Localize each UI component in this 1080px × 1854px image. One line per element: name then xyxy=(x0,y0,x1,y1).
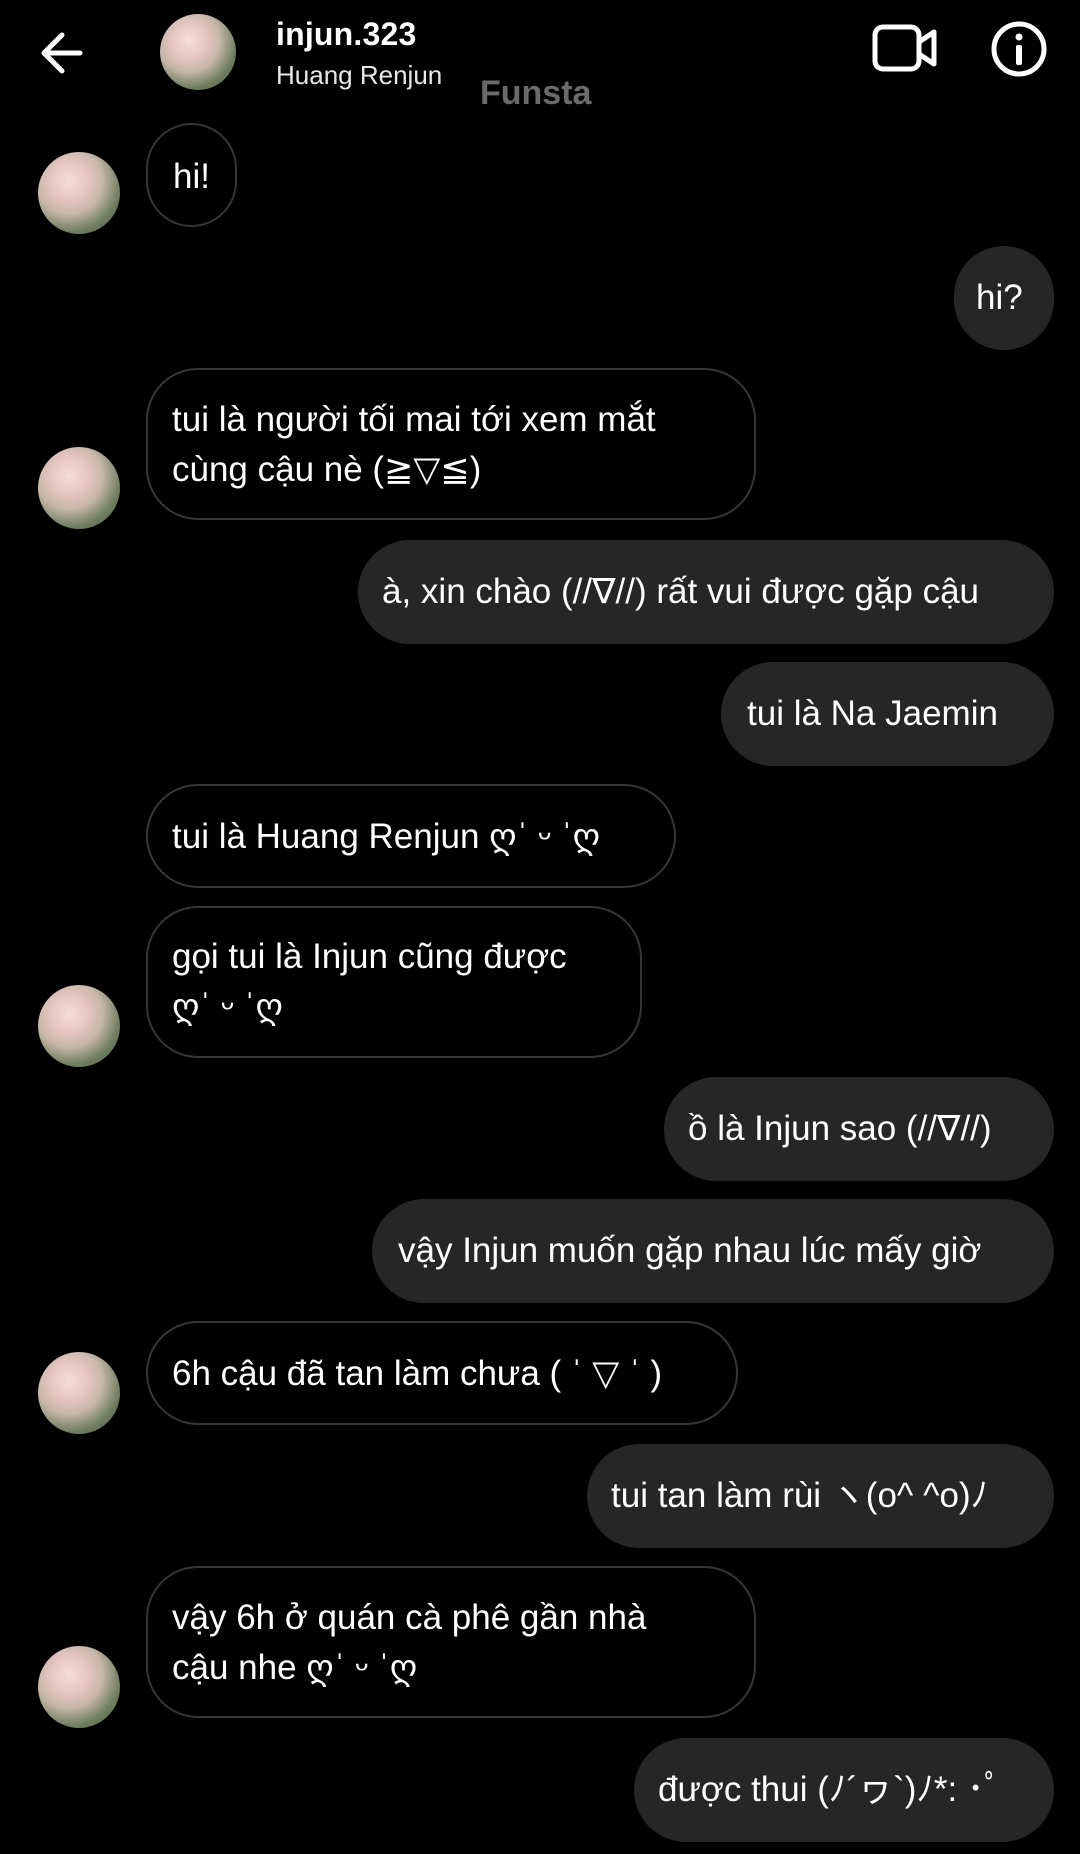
message-text: tui tan làm rùi ヽ(o^ ^o)ﾉ xyxy=(611,1476,989,1515)
outgoing-message[interactable]: ồ là Injun sao (//∇//) xyxy=(664,1077,1054,1181)
message-text: tui là Huang Renjun ღˈ ᵕ ˈღ xyxy=(172,817,601,856)
back-button[interactable] xyxy=(36,28,92,78)
incoming-message[interactable]: tui là người tối mai tới xem mắt cùng cậ… xyxy=(146,368,756,520)
sender-avatar[interactable] xyxy=(38,1352,120,1434)
sender-avatar[interactable] xyxy=(38,985,120,1067)
message-text-line: vậy 6h ở quán cà phê gần nhà xyxy=(172,1598,647,1637)
message-text: tui là Na Jaemin xyxy=(747,694,998,733)
message-text-line: gọi tui là Injun cũng được xyxy=(172,937,567,976)
incoming-message[interactable]: gọi tui là Injun cũng được ღˈ ᵕ ˈღ xyxy=(146,906,642,1058)
sender-avatar[interactable] xyxy=(38,1646,120,1728)
message-text: hi! xyxy=(173,157,210,196)
message-text-line: cậu nhe ღˈ ᵕ ˈღ xyxy=(172,1648,418,1687)
contact-username[interactable]: injun.323 xyxy=(276,16,417,53)
message-text-line: ღˈ ᵕ ˈღ xyxy=(172,987,283,1026)
arrow-left-icon xyxy=(41,32,83,74)
message-text: vậy Injun muốn gặp nhau lúc mấy giờ xyxy=(398,1231,982,1270)
contact-full-name: Huang Renjun xyxy=(276,60,443,90)
incoming-message[interactable]: 6h cậu đã tan làm chưa ( ˈ ▽ ˈ ) xyxy=(146,1321,738,1425)
sender-avatar[interactable] xyxy=(38,447,120,529)
outgoing-message[interactable]: tui tan làm rùi ヽ(o^ ^o)ﾉ xyxy=(587,1444,1054,1548)
avatar-photo xyxy=(160,14,236,90)
sender-avatar[interactable] xyxy=(38,152,120,234)
message-text-line: cùng cậu nè (≧▽≦) xyxy=(172,450,482,489)
outgoing-message[interactable]: à, xin chào (//∇//) rất vui được gặp cậu xyxy=(358,540,1054,644)
incoming-message[interactable]: tui là Huang Renjun ღˈ ᵕ ˈღ xyxy=(146,784,676,888)
message-text: ồ là Injun sao (//∇//) xyxy=(688,1109,992,1148)
video-call-button[interactable] xyxy=(872,22,938,74)
outgoing-message[interactable]: hi? xyxy=(954,246,1054,350)
info-button[interactable] xyxy=(990,20,1048,78)
outgoing-message[interactable]: vậy Injun muốn gặp nhau lúc mấy giờ xyxy=(372,1199,1054,1303)
message-text-line: tui là người tối mai tới xem mắt xyxy=(172,400,656,439)
contact-avatar[interactable] xyxy=(160,14,236,90)
message-text: à, xin chào (//∇//) rất vui được gặp cậu xyxy=(382,572,979,611)
incoming-message[interactable]: vậy 6h ở quán cà phê gần nhà cậu nhe ღˈ … xyxy=(146,1566,756,1718)
message-text: 6h cậu đã tan làm chưa ( ˈ ▽ ˈ ) xyxy=(172,1354,662,1393)
outgoing-message[interactable]: được thui (ﾉ´ヮ`)ﾉ*: ･ﾟ xyxy=(634,1738,1054,1842)
message-text: hi? xyxy=(976,278,1023,317)
chat-header: injun.323 Huang Renjun Funsta xyxy=(0,0,1080,112)
watermark-label: Funsta xyxy=(480,74,592,112)
message-text: được thui (ﾉ´ヮ`)ﾉ*: ･ﾟ xyxy=(658,1770,1002,1809)
incoming-message[interactable]: hi! xyxy=(146,123,237,227)
info-icon xyxy=(991,21,1047,77)
video-camera-icon xyxy=(872,24,937,72)
outgoing-message[interactable]: tui là Na Jaemin xyxy=(721,662,1054,766)
